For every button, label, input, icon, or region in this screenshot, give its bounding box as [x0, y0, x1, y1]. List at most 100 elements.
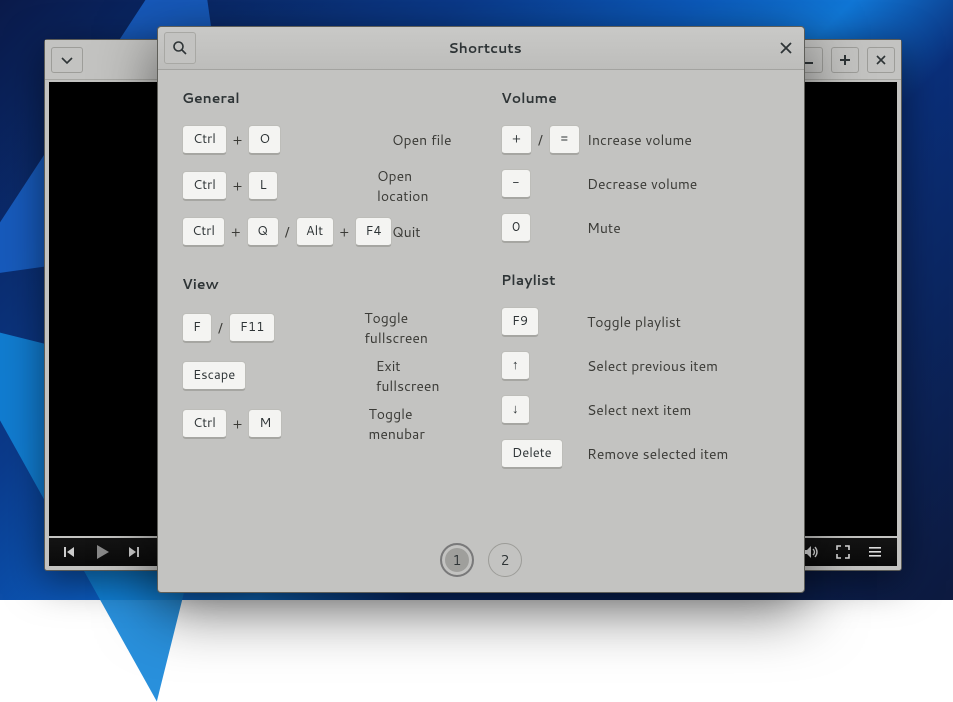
playlist-button[interactable]	[861, 540, 889, 564]
keycap: ↑	[501, 351, 530, 381]
key-combo: ↑	[501, 351, 587, 381]
combo-separator: /	[285, 222, 290, 242]
combo-separator: +	[231, 222, 241, 242]
shortcut-description: Remove selected item	[587, 444, 728, 464]
combo-separator: +	[233, 130, 243, 150]
pager-page-2[interactable]: 2	[488, 543, 522, 577]
shortcut-row: 0 Mute	[501, 210, 780, 246]
key-combo: Delete	[501, 439, 587, 469]
shortcut-description: Select previous item	[587, 356, 718, 376]
shortcut-description: Open location	[377, 166, 461, 206]
shortcut-description: Select next item	[587, 400, 691, 420]
keycap: O	[248, 125, 281, 155]
window-maximize-button[interactable]	[831, 47, 859, 73]
section-title: Volume	[501, 88, 780, 108]
shortcut-row: Ctrl +L Open location	[182, 166, 461, 206]
keycap: F	[182, 313, 212, 343]
key-combo: + / =	[501, 125, 587, 155]
shortcut-row: F9 Toggle playlist	[501, 304, 780, 340]
next-track-button[interactable]	[121, 540, 149, 564]
section-general: General Ctrl+OOpen fileCtrl+LOpen locati…	[182, 88, 461, 250]
dialog-search-button[interactable]	[164, 32, 196, 64]
section-rows: Ctrl+OOpen fileCtrl+LOpen locationCtrl+Q…	[182, 122, 461, 250]
shortcut-row: Escape Exit fullscreen	[182, 356, 461, 396]
keycap: ↓	[501, 395, 530, 425]
shortcut-description: Open file	[392, 130, 452, 150]
dialog-pager: 1 2	[158, 528, 804, 592]
keycap: Ctrl	[182, 217, 225, 247]
key-combo: 0	[501, 213, 587, 243]
keycap: Ctrl	[182, 409, 227, 439]
key-combo: -	[501, 169, 587, 199]
shortcut-row: F / F11 Toggle fullscreen	[182, 308, 461, 348]
section-volume: Volume +/=Increase volume-Decrease volum…	[501, 88, 780, 246]
pager-page-1[interactable]: 1	[440, 543, 474, 577]
keycap: Ctrl	[182, 125, 227, 155]
shortcut-row: Delete Remove selected item	[501, 436, 780, 472]
key-combo: Escape	[182, 361, 376, 391]
shortcuts-right-column: Volume +/=Increase volume-Decrease volum…	[501, 88, 780, 528]
shortcut-row: ↓ Select next item	[501, 392, 780, 428]
shortcut-row: Ctrl+Q/Alt+F4Quit	[182, 214, 461, 250]
keycap: +	[501, 125, 532, 155]
combo-separator: /	[538, 130, 543, 150]
keycap: F9	[501, 307, 539, 337]
section-playlist: Playlist F9 Toggle playlist ↑ Select previo…	[501, 270, 780, 472]
keycap: Q	[247, 217, 279, 247]
section-title: View	[182, 274, 461, 294]
shortcut-row: ↑ Select previous item	[501, 348, 780, 384]
key-combo: ↓	[501, 395, 587, 425]
key-combo: F9	[501, 307, 587, 337]
fullscreen-button[interactable]	[829, 540, 857, 564]
keycap: M	[248, 409, 282, 439]
combo-separator: +	[233, 176, 243, 196]
shortcut-description: Decrease volume	[587, 174, 697, 194]
shortcut-row: Ctrl +O Open file	[182, 122, 461, 158]
shortcut-description: Toggle fullscreen	[364, 308, 461, 348]
dialog-close-button[interactable]	[774, 36, 798, 60]
keycap: F11	[229, 313, 275, 343]
key-combo: F / F11	[182, 313, 364, 343]
keycap: 0	[501, 213, 531, 243]
combo-separator: +	[340, 222, 350, 242]
search-icon	[172, 40, 188, 56]
section-rows: F9 Toggle playlist ↑ Select previous item ↓ S…	[501, 304, 780, 472]
shortcut-row: -Decrease volume	[501, 166, 780, 202]
play-button[interactable]	[89, 540, 117, 564]
keycap: Alt	[296, 217, 334, 247]
combo-separator: /	[218, 318, 223, 338]
key-combo: Ctrl+Q/Alt+F4	[182, 217, 392, 247]
section-rows: F / F11 Toggle fullscreen Escape Exit fullscr…	[182, 308, 461, 444]
section-title: General	[182, 88, 461, 108]
key-combo: Ctrl +L	[182, 171, 377, 201]
combo-separator: +	[233, 414, 243, 434]
shortcut-row: + / = Increase volume	[501, 122, 780, 158]
key-combo: Ctrl +O	[182, 125, 392, 155]
shortcut-description: Exit fullscreen	[376, 356, 461, 396]
shortcut-description: Mute	[587, 218, 621, 238]
keycap: Ctrl	[182, 171, 227, 201]
close-icon	[780, 42, 792, 54]
shortcut-description: Toggle playlist	[587, 312, 681, 332]
section-view: View F / F11 Toggle fullscreen Escape Exit fu…	[182, 274, 461, 444]
window-close-button[interactable]	[867, 47, 895, 73]
shortcut-description: Quit	[392, 222, 421, 242]
keycap: L	[248, 171, 277, 201]
keycap: Delete	[501, 439, 563, 469]
section-title: Playlist	[501, 270, 780, 290]
shortcuts-left-column: General Ctrl+OOpen fileCtrl+LOpen locati…	[182, 88, 461, 528]
previous-track-button[interactable]	[57, 540, 85, 564]
keycap: Escape	[182, 361, 246, 391]
dialog-body: General Ctrl+OOpen fileCtrl+LOpen locati…	[158, 70, 804, 528]
keycap: =	[549, 125, 580, 155]
dialog-title: Shortcuts	[196, 38, 774, 58]
shortcut-description: Toggle menubar	[368, 404, 461, 444]
dialog-header: Shortcuts	[158, 27, 804, 70]
key-combo: Ctrl +M	[182, 409, 368, 439]
section-rows: +/=Increase volume-Decrease volume0Mute	[501, 122, 780, 246]
keycap: F4	[355, 217, 392, 247]
shortcut-row: Ctrl +M Toggle menubar	[182, 404, 461, 444]
shortcut-description: Increase volume	[587, 130, 692, 150]
player-menu-button[interactable]	[51, 47, 83, 73]
shortcuts-dialog: Shortcuts General Ctrl+OOpen fileCtrl+LO…	[157, 26, 805, 593]
